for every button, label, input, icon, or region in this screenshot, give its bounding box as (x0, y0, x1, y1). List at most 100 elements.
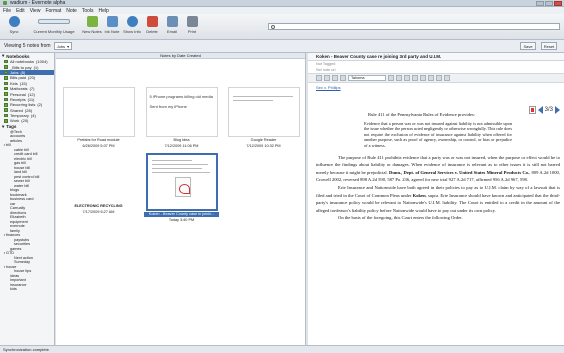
tag-label: land bill (14, 170, 27, 175)
save-search-button[interactable]: Save (520, 42, 536, 50)
menu-help[interactable]: Help (99, 8, 109, 14)
search-icon (271, 25, 275, 29)
font-select[interactable]: Tahoma (348, 75, 386, 81)
doc-quote: Evidence that a person was or was not in… (364, 120, 512, 148)
tag-label: water bill (14, 183, 29, 188)
thumbnail-line (151, 160, 192, 161)
notebook-label: _Bills to pay (10, 64, 32, 70)
note-card[interactable]: Google Reader 7/12/2009 10:32 PM (226, 87, 301, 148)
italic-button[interactable] (396, 75, 402, 81)
tag-label: paystubs (14, 237, 30, 242)
tag-label: securities (14, 242, 31, 247)
notebook-count: (11) (27, 96, 35, 102)
attachment-link[interactable]: Sev v. Phillips (308, 83, 564, 92)
note-title-field[interactable]: Koken - Beaver County case re joining 3r… (308, 53, 564, 61)
doc-heading: Rule 411 of the Pennsylvania Rules of Ev… (368, 112, 475, 117)
note-card[interactable]: 5 iPhone programs killing old media Sent… (144, 87, 219, 148)
notebook-icon (4, 119, 8, 123)
menu-edit[interactable]: Edit (16, 8, 25, 14)
format-button[interactable] (420, 75, 426, 81)
note-date: 7/17/2009 6:27 AM (82, 209, 115, 214)
maximize-button[interactable] (545, 1, 553, 6)
tag-label: ideas (10, 273, 20, 278)
notebook-icon (4, 65, 8, 69)
format-button[interactable] (340, 75, 346, 81)
tag-label: car (10, 201, 16, 206)
note-thumbnail (145, 153, 218, 211)
collapse-icon: ▾ (2, 53, 5, 58)
notebook-count: (7) (29, 86, 35, 92)
status-bar: Synchronization complete. (0, 345, 564, 353)
note-thumbnail (62, 153, 135, 203)
notebook-count: (2) (37, 102, 43, 108)
usage-meter-icon (38, 19, 70, 24)
ink-note-icon (106, 16, 118, 27)
notebook-label: Mathcrats (10, 86, 28, 92)
notebook-count: (28) (24, 107, 33, 113)
format-button[interactable] (324, 75, 330, 81)
thumbnail-line (151, 164, 208, 165)
reset-search-button[interactable]: Reset (541, 42, 557, 50)
tag-label: GTD (6, 251, 15, 256)
menu-tools[interactable]: Tools (82, 8, 94, 14)
tag-label: Someday (14, 260, 31, 265)
info-icon (126, 16, 138, 27)
format-button[interactable] (332, 75, 338, 81)
note-card[interactable]: Prefabs for Road module 6/26/2009 5:07 P… (61, 87, 136, 148)
format-button[interactable] (428, 75, 434, 81)
thumbnail-line (151, 172, 210, 173)
format-button[interactable] (444, 75, 450, 81)
notebook-label: All notebooks (10, 59, 35, 65)
minimize-button[interactable] (536, 1, 544, 6)
tag-label: sewer bill (14, 179, 30, 184)
note-title: ELECTRONIC RECYCLING (74, 204, 123, 208)
notebook-label: Recurring lists (10, 102, 36, 108)
close-button[interactable] (554, 1, 562, 6)
notebook-count: (4) (30, 113, 36, 119)
menu-view[interactable]: View (30, 8, 41, 14)
thumbnail-line (151, 168, 202, 169)
menu-file[interactable]: File (3, 8, 11, 14)
tag-label: directions (10, 210, 27, 215)
tag-label: credit card bill (14, 152, 38, 157)
tag-label: accounts (10, 134, 26, 139)
underline-button[interactable] (404, 75, 410, 81)
tag-label: cable bill (14, 147, 29, 152)
note-card-selected[interactable]: Koken - Beaver County case in joinin... … (144, 153, 219, 222)
doc-paragraph: On the basis of the foregoing, this Cour… (338, 215, 463, 221)
format-button[interactable] (316, 75, 322, 81)
print-icon (186, 16, 198, 27)
note-date: Today 3:40 PM (168, 217, 195, 222)
notebook-label: Kids (10, 80, 18, 86)
menu-format[interactable]: Format (45, 8, 61, 14)
bold-button[interactable] (388, 75, 394, 81)
tag-label: insurance (10, 282, 27, 287)
note-title: Koken - Beaver County case in joinin... (144, 212, 219, 217)
note-card[interactable]: ELECTRONIC RECYCLING 7/17/2009 6:27 AM (61, 153, 136, 214)
menu-note[interactable]: Note (66, 8, 77, 14)
tag-label: Carrually (10, 206, 26, 211)
search-input[interactable] (268, 23, 560, 30)
notebook-icon (4, 108, 8, 112)
notebook-icon (4, 81, 8, 85)
notebook-label: Jobs (10, 69, 19, 75)
notebook-icon (4, 76, 8, 80)
tag-item[interactable]: kids (0, 287, 54, 292)
note-thumbnail: 5 iPhone programs killing old media Sent… (145, 87, 218, 137)
tag-label: house (6, 264, 17, 269)
tag-label: Elizabeth (10, 215, 26, 220)
print-button[interactable]: Print (180, 16, 204, 34)
notebook-count: (5) (20, 69, 26, 75)
format-button[interactable] (436, 75, 442, 81)
view-filter-bar: Viewing 5 notes from Jobs ▾ Save Reset (0, 40, 564, 53)
notebook-icon (4, 113, 8, 118)
sync-button[interactable]: Sync (2, 16, 26, 34)
sidebar: ▾ Notebooks All notebooks (1004) _Bills to… (0, 53, 55, 345)
notebook-label: Receipts (10, 96, 26, 102)
tag-label: Next action (14, 255, 33, 260)
note-list-header[interactable]: Notes by Date Created (56, 53, 305, 59)
format-button[interactable] (412, 75, 418, 81)
tag-label: business card (10, 197, 34, 202)
notebook-filter-select[interactable]: Jobs ▾ (53, 42, 73, 50)
window-title: wadium - Evernote alpha (10, 0, 66, 6)
